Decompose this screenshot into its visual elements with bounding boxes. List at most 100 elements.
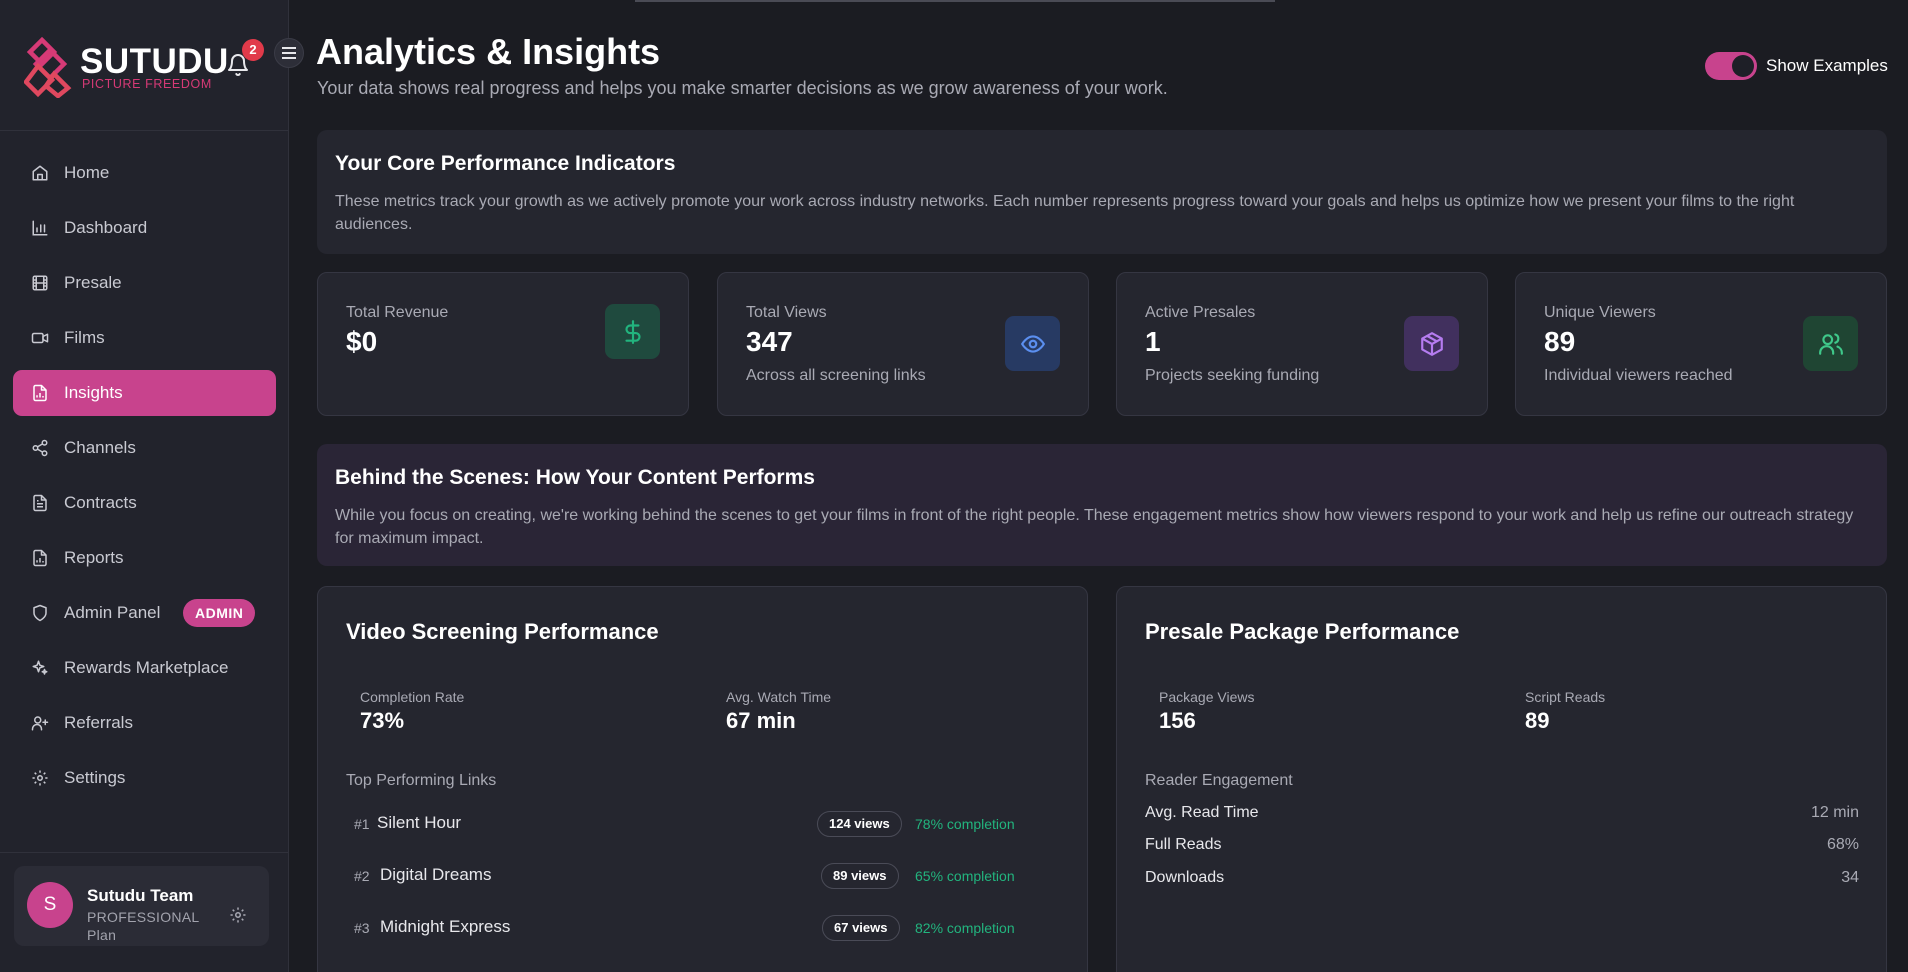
link-rank: #2 xyxy=(354,868,370,884)
link-name: Midnight Express xyxy=(380,917,511,936)
users-icon xyxy=(1818,332,1843,355)
list-item[interactable]: #3 Midnight Express 67 views 82% complet… xyxy=(354,913,1054,943)
page-title: Analytics & Insights xyxy=(316,31,661,72)
sidebar-item-admin-panel[interactable]: Admin Panel ADMIN xyxy=(13,590,276,636)
engagement-value: 34 xyxy=(1841,869,1859,886)
sidebar-item-dashboard[interactable]: Dashboard xyxy=(13,205,276,251)
brand-header: SUTUDU PICTURE FREEDOM 2 xyxy=(0,0,288,131)
shield-icon xyxy=(33,604,47,622)
sidebar-item-label: Channels xyxy=(64,438,136,457)
engagement-row: Avg. Read Time 12 min xyxy=(1145,804,1859,822)
sidebar-item-label: Settings xyxy=(64,768,126,787)
engagement-label: Downloads xyxy=(1145,869,1225,886)
stat-icon-box xyxy=(605,304,660,359)
sidebar-item-insights[interactable]: Insights xyxy=(13,370,276,416)
script-reads-label: Script Reads xyxy=(1525,689,1606,705)
sidebar-toggle-button[interactable] xyxy=(274,38,304,68)
list-item[interactable]: #1 Silent Hour 124 views 78% completion xyxy=(354,809,1054,839)
sidebar-item-label: Rewards Marketplace xyxy=(64,658,229,677)
brand-name: SUTUDU xyxy=(80,42,229,81)
notification-count-badge: 2 xyxy=(242,39,264,61)
sidebar: SUTUDU PICTURE FREEDOM 2 Home Dashboard … xyxy=(0,0,304,972)
sidebar-item-rewards-marketplace[interactable]: Rewards Marketplace xyxy=(13,645,276,691)
engagement-label: Avg. Read Time xyxy=(1145,804,1259,821)
home-icon xyxy=(32,165,48,181)
stat-card-unique-viewers: Unique Viewers 89 Individual viewers rea… xyxy=(1515,272,1887,416)
sidebar-item-label: Insights xyxy=(64,383,123,402)
core-indicators-description: These metrics track your growth as we ac… xyxy=(335,193,1795,233)
link-rank: #1 xyxy=(354,816,370,832)
list-item[interactable]: #2 Digital Dreams 89 views 65% completio… xyxy=(354,861,1054,891)
package-icon xyxy=(1420,331,1443,356)
stat-label: Active Presales xyxy=(1145,304,1256,321)
engagement-label: Full Reads xyxy=(1145,836,1222,853)
views-badge: 89 views xyxy=(821,863,899,889)
user-settings-gear-icon[interactable] xyxy=(229,906,247,924)
package-views-value: 156 xyxy=(1159,708,1196,733)
sidebar-item-label: Presale xyxy=(64,273,122,292)
stat-value: 347 xyxy=(746,326,793,357)
sidebar-item-label: Contracts xyxy=(64,493,137,512)
views-badge: 124 views xyxy=(817,811,902,837)
stat-value: 1 xyxy=(1145,326,1161,357)
stat-label: Total Revenue xyxy=(346,304,449,321)
stat-value: $0 xyxy=(346,326,378,357)
sidebar-item-films[interactable]: Films xyxy=(13,315,276,361)
stat-value: 89 xyxy=(1544,326,1576,357)
engagement-row: Downloads 34 xyxy=(1145,869,1859,887)
stat-icon-box xyxy=(1803,316,1858,371)
sparkles-icon xyxy=(32,660,48,675)
eye-icon xyxy=(1020,334,1045,353)
video-icon xyxy=(31,332,49,344)
stat-label: Unique Viewers xyxy=(1544,304,1656,321)
brand-tagline: PICTURE FREEDOM xyxy=(82,77,212,91)
report-icon xyxy=(33,549,47,567)
presale-card-title: Presale Package Performance xyxy=(1145,619,1460,644)
dollar-icon xyxy=(624,319,641,344)
share-icon xyxy=(32,439,48,457)
stat-icon-box xyxy=(1404,316,1459,371)
watch-time-value: 67 min xyxy=(726,708,796,733)
video-card-title: Video Screening Performance xyxy=(346,619,659,644)
stat-description: Across all screening links xyxy=(746,367,926,384)
sidebar-nav: Home Dashboard Presale Films Insights Ch… xyxy=(0,150,289,810)
film-icon xyxy=(32,275,48,291)
sidebar-item-presale[interactable]: Presale xyxy=(13,260,276,306)
sidebar-item-settings[interactable]: Settings xyxy=(13,755,276,801)
page-subtitle: Your data shows real progress and helps … xyxy=(317,78,1168,98)
engagement-value: 68% xyxy=(1826,836,1859,853)
link-name: Silent Hour xyxy=(377,813,462,832)
stat-description: Individual viewers reached xyxy=(1544,367,1733,384)
completion-rate-label: Completion Rate xyxy=(360,689,465,705)
sidebar-item-label: Admin Panel xyxy=(64,603,161,622)
completion-text: 78% completion xyxy=(915,816,1015,832)
completion-text: 82% completion xyxy=(915,920,1015,936)
sidebar-item-label: Reports xyxy=(64,548,124,567)
bar-chart-icon xyxy=(32,220,48,236)
stat-card-total-revenue: Total Revenue $0 xyxy=(317,272,689,416)
logo-mark-icon xyxy=(24,36,72,98)
watch-time-label: Avg. Watch Time xyxy=(726,689,832,705)
stat-description: Projects seeking funding xyxy=(1145,367,1320,384)
show-examples-toggle[interactable]: Show Examples xyxy=(1705,52,1888,80)
presale-package-card: Presale Package Performance Package View… xyxy=(1116,586,1887,972)
gear-icon xyxy=(32,770,48,786)
sidebar-item-contracts[interactable]: Contracts xyxy=(13,480,276,526)
sidebar-item-label: Dashboard xyxy=(64,218,148,237)
views-badge: 67 views xyxy=(822,915,900,941)
behind-title: Behind the Scenes: How Your Content Perf… xyxy=(335,466,815,489)
sidebar-item-channels[interactable]: Channels xyxy=(13,425,276,471)
stat-icon-box xyxy=(1005,316,1060,371)
sidebar-item-home[interactable]: Home xyxy=(13,150,276,196)
behind-description: While you focus on creating, we're worki… xyxy=(335,507,1854,547)
sidebar-item-reports[interactable]: Reports xyxy=(13,535,276,581)
video-screening-card: Video Screening Performance Completion R… xyxy=(317,586,1088,972)
stat-card-active-presales: Active Presales 1 Projects seeking fundi… xyxy=(1116,272,1488,416)
sidebar-item-label: Films xyxy=(64,328,105,347)
toggle-label: Show Examples xyxy=(1766,56,1888,75)
toggle-switch[interactable] xyxy=(1705,52,1757,80)
package-views-label: Package Views xyxy=(1159,689,1255,705)
sidebar-item-referrals[interactable]: Referrals xyxy=(13,700,276,746)
sidebar-item-label: Home xyxy=(64,163,110,182)
link-rank: #3 xyxy=(354,920,370,936)
